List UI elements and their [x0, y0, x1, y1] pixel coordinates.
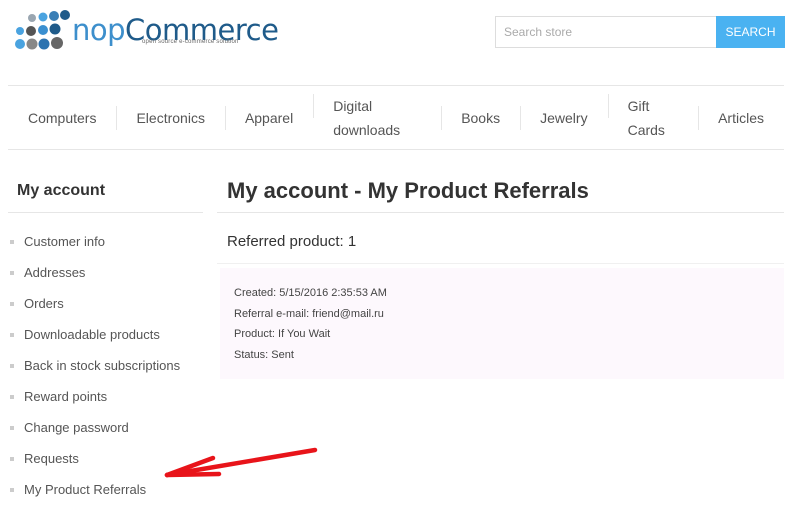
- referral-product: Product: If You Wait: [234, 328, 331, 341]
- sidebar-item-label[interactable]: Reward points: [24, 389, 107, 404]
- red-arrow-icon: [164, 447, 318, 478]
- page-title: My account - My Product Referrals: [227, 178, 589, 203]
- sidebar-divider: [8, 212, 203, 213]
- menu-item-digital-downloads[interactable]: Digital downloads: [313, 93, 441, 142]
- sidebar-item-customer-info[interactable]: Customer info: [10, 226, 180, 257]
- search-box: SEARCH: [495, 16, 785, 48]
- store-logo[interactable]: nopCommerce open source e-commerce solut…: [12, 10, 279, 52]
- menu-item-articles[interactable]: Articles: [698, 105, 784, 130]
- referral-email: Referral e-mail: friend@mail.ru: [234, 307, 384, 320]
- sidebar-item-label[interactable]: Back in stock subscriptions: [24, 358, 180, 373]
- bullet-icon: [10, 394, 14, 399]
- sidebar-item-label[interactable]: Addresses: [24, 265, 85, 280]
- sidebar-item-label[interactable]: Downloadable products: [24, 327, 160, 342]
- search-input[interactable]: [495, 16, 716, 48]
- search-button[interactable]: SEARCH: [716, 16, 785, 48]
- bullet-icon: [10, 270, 14, 275]
- sidebar-item-downloadable-products[interactable]: Downloadable products: [10, 319, 180, 350]
- menu-item-apparel[interactable]: Apparel: [224, 105, 313, 130]
- sidebar-item-back-in-stock[interactable]: Back in stock subscriptions: [10, 350, 180, 381]
- bullet-icon: [10, 425, 14, 430]
- bullet-icon: [10, 332, 14, 337]
- menu-item-computers[interactable]: Computers: [8, 106, 116, 130]
- bullet-icon: [10, 456, 14, 461]
- sidebar-item-label[interactable]: Orders: [24, 296, 64, 311]
- logo-brand-prefix: nop: [72, 13, 126, 47]
- bullet-icon: [10, 363, 14, 368]
- sidebar-item-addresses[interactable]: Addresses: [10, 257, 180, 288]
- sidebar-item-label[interactable]: My Product Referrals: [24, 482, 146, 497]
- bullet-icon: [10, 301, 14, 306]
- menu-item-gift-cards[interactable]: Gift Cards: [607, 93, 699, 142]
- sidebar-item-change-password[interactable]: Change password: [10, 412, 180, 443]
- section-divider: [217, 263, 784, 264]
- menu-item-jewelry[interactable]: Jewelry: [520, 105, 607, 130]
- referral-status: Status: Sent: [234, 349, 294, 362]
- sidebar-item-reward-points[interactable]: Reward points: [10, 381, 180, 412]
- bullet-icon: [10, 239, 14, 244]
- title-divider: [217, 212, 784, 213]
- bullet-icon: [10, 487, 14, 492]
- top-menu: Computers Electronics Apparel Digital do…: [8, 85, 784, 150]
- sidebar-item-label[interactable]: Change password: [24, 420, 129, 435]
- referral-entry: Created: 5/15/2016 2:35:53 AM Referral e…: [220, 268, 784, 379]
- menu-item-electronics[interactable]: Electronics: [116, 105, 224, 130]
- logo-tagline: open source e-commerce solution: [142, 39, 239, 45]
- dots-logo-icon: [15, 10, 70, 50]
- sidebar-item-label[interactable]: Customer info: [24, 234, 105, 249]
- sidebar-item-orders[interactable]: Orders: [10, 288, 180, 319]
- menu-item-books[interactable]: Books: [441, 105, 520, 130]
- sidebar-title: My account: [17, 182, 106, 199]
- sidebar-item-label[interactable]: Requests: [24, 451, 79, 466]
- referral-created: Created: 5/15/2016 2:35:53 AM: [234, 287, 387, 299]
- referred-product-count: Referred product: 1: [227, 233, 357, 250]
